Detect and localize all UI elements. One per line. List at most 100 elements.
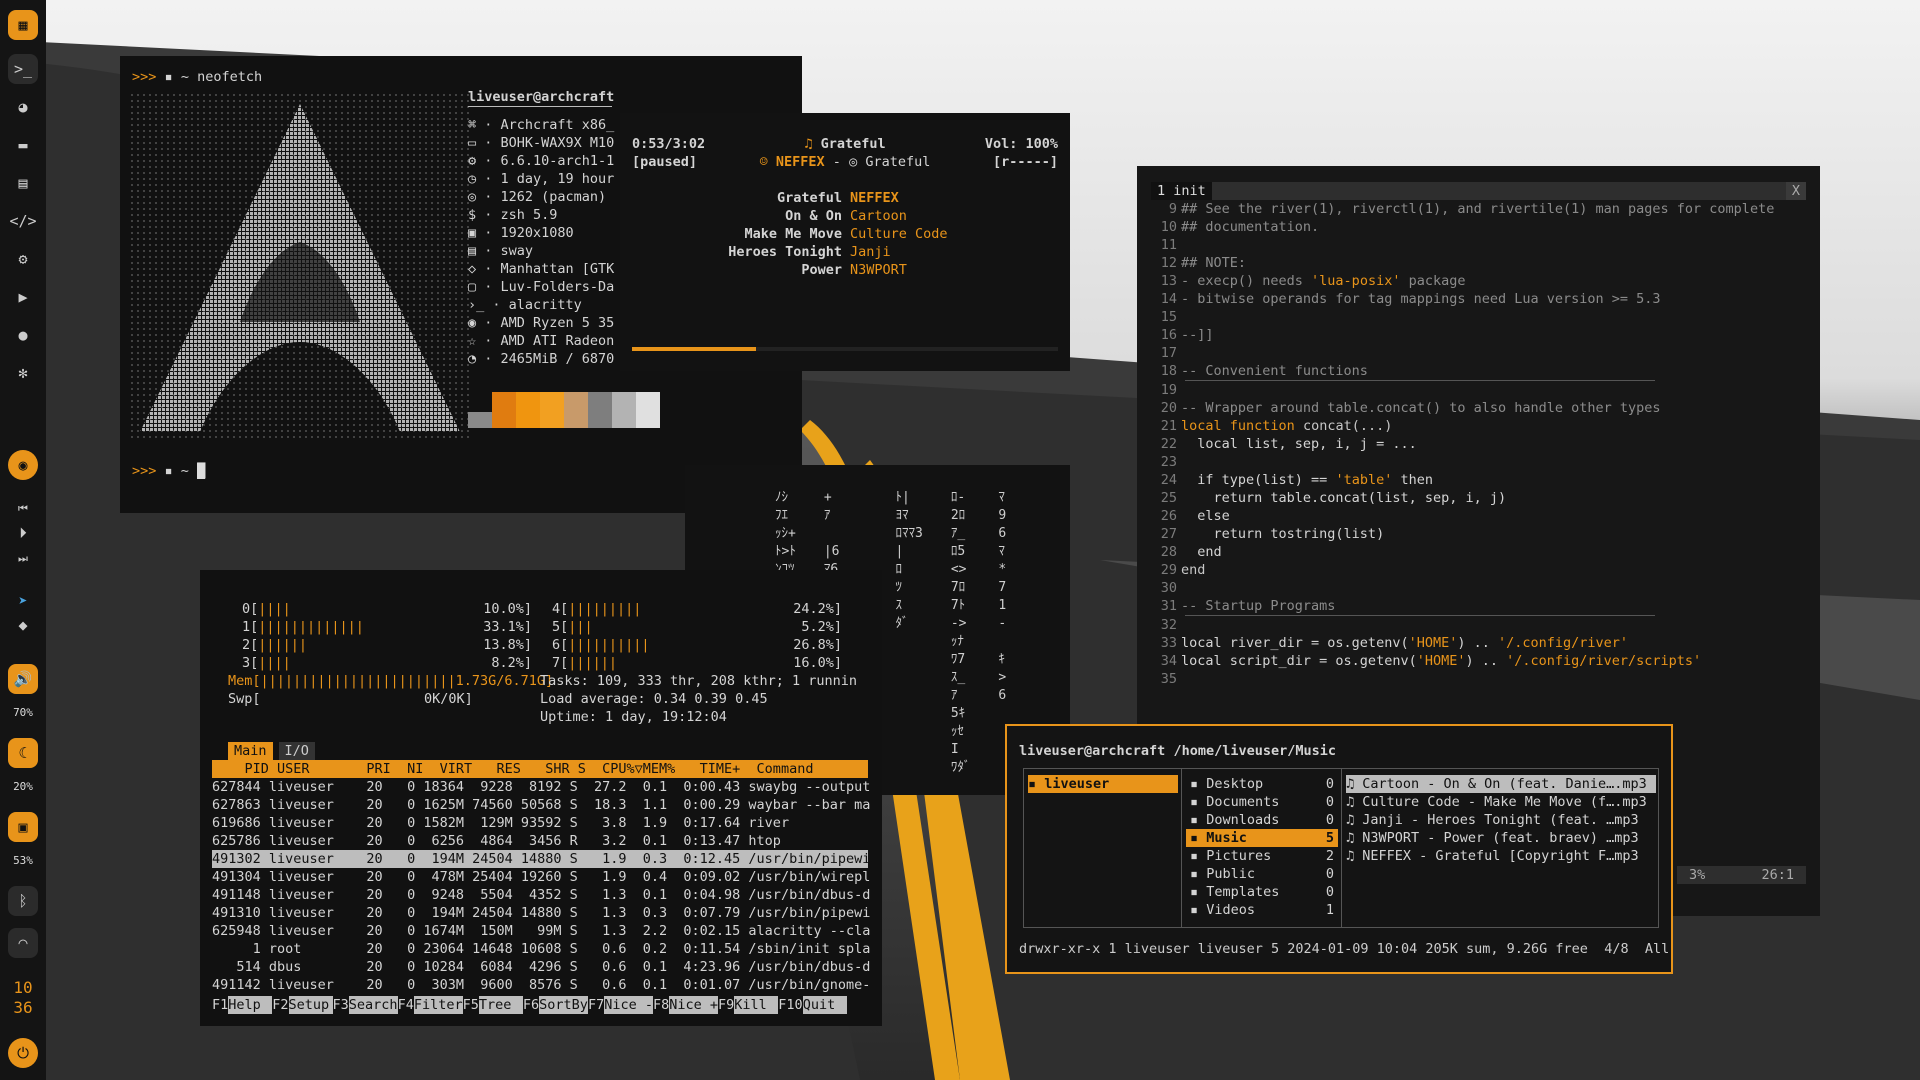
process-row[interactable]: 491310 liveuser 20 0 194M 24504 14880 S …	[212, 904, 870, 922]
code-line: 22 local list, sep, i, j = ...	[1151, 435, 1806, 453]
gear-icon[interactable]: ✻	[8, 358, 38, 388]
code-line: 25 return table.concat(list, sep, i, j)	[1151, 489, 1806, 507]
dir-name: ▪ Music	[1190, 830, 1247, 846]
palette-icon[interactable]: ◉	[8, 450, 38, 480]
fkey-label[interactable]: Nice -	[604, 996, 653, 1014]
diamond-icon[interactable]: ◆	[8, 610, 38, 640]
fkey-label[interactable]: SortBy	[539, 996, 588, 1014]
directory-item[interactable]: ▪ Desktop 0	[1186, 775, 1338, 793]
file-item[interactable]: ♫ NEFFEX - Grateful [Copyright F…mp3	[1346, 847, 1656, 865]
song-title: Grateful	[820, 136, 886, 152]
line-number: 24	[1160, 472, 1177, 488]
tab-close[interactable]: X	[1785, 182, 1806, 200]
settings-icon[interactable]: ⚙	[8, 244, 38, 274]
matrix-column: ﾛ- 2ﾛ ｱ_ ﾛ5 <> 7ﾛ 7ﾄ -> ｯﾅ ﾜ7 ｽ_ ｱ 5ｷ ｯｾ…	[950, 490, 971, 775]
playlist-item[interactable]: Make Me Move Culture Code	[620, 225, 1070, 243]
directory-item[interactable]: ▪ Documents 0	[1186, 793, 1338, 811]
file-item[interactable]: ♫ N3WPORT - Power (feat. braev) …mp3	[1346, 829, 1656, 847]
wifi-icon[interactable]: ◠	[8, 928, 38, 958]
dir-count: 0	[1325, 812, 1334, 828]
brightness-percent: 20%	[13, 780, 33, 793]
progress-track[interactable]	[632, 347, 1058, 351]
directory-item[interactable]: ▪ Templates 0	[1186, 883, 1338, 901]
parent-dir[interactable]: ▪ liveuser	[1028, 775, 1178, 793]
moon-icon[interactable]: ☾	[8, 738, 38, 768]
info-icon: $ ·	[468, 207, 501, 223]
fkey-label[interactable]: Setup	[288, 996, 333, 1014]
process-row[interactable]: 491148 liveuser 20 0 9248 5504 4352 S 1.…	[212, 886, 870, 904]
playlist-item[interactable]: Power N3WPORT	[620, 261, 1070, 279]
tab-main[interactable]: Main	[228, 742, 273, 760]
tab-io[interactable]: I/O	[278, 742, 315, 760]
process-row[interactable]: 627863 liveuser 20 0 1625M 74560 50568 S…	[212, 796, 870, 814]
directory-item[interactable]: ▪ Downloads 0	[1186, 811, 1338, 829]
process-header[interactable]: PID USER PRI NI VIRT RES SHR S CPU%▽MEM%…	[212, 760, 868, 778]
info-icon: ›_ ·	[468, 297, 509, 313]
info-line: ☆ · AMD ATI Radeon	[468, 332, 614, 350]
github-icon[interactable]: ●	[8, 320, 38, 350]
youtube-icon[interactable]: ▶	[8, 282, 38, 312]
music-player-window[interactable]: 0:53/3:02 [paused] ♫ Grateful ☺ NEFFEX - …	[620, 113, 1070, 371]
firefox-icon[interactable]: ◕	[8, 92, 38, 122]
lock-icon[interactable]: ▣	[8, 812, 38, 842]
code-line: 23	[1151, 453, 1806, 471]
directory-item[interactable]: ▪ Pictures 2	[1186, 847, 1338, 865]
fkey-label[interactable]: Tree	[478, 996, 523, 1014]
line-number: 20	[1160, 400, 1177, 416]
album-icon: ◎	[849, 154, 858, 170]
code-icon[interactable]: </>	[8, 206, 38, 236]
line-number: 15	[1160, 309, 1177, 325]
code-line: 33 local river_dir = os.getenv('HOME') ..…	[1151, 634, 1806, 652]
power-icon[interactable]: ⏻	[8, 1038, 38, 1068]
directory-item[interactable]: ▪ Music 5	[1186, 829, 1338, 847]
playlist-item[interactable]: On & On Cartoon	[620, 207, 1070, 225]
file-item[interactable]: ♫ Culture Code - Make Me Move (f….mp3	[1346, 793, 1656, 811]
process-row[interactable]: 627844 liveuser 20 0 18364 9228 8192 S 2…	[212, 778, 870, 796]
cpu-bar: |||	[568, 619, 593, 635]
file-icon[interactable]: ▤	[8, 168, 38, 198]
line-number: 33	[1160, 635, 1177, 651]
bluetooth-icon[interactable]: ᛒ	[8, 886, 38, 916]
directory-list[interactable]: ▪ Desktop 0 ▪ Documents 0 ▪ Downloads 0 ▪ Musi…	[1186, 775, 1338, 919]
fkey-label[interactable]: Kill	[734, 996, 779, 1014]
cpu-meter: 7[|||||| 16.0%]	[552, 654, 842, 672]
color-swatch	[564, 392, 588, 428]
process-row[interactable]: 491302 liveuser 20 0 194M 24504 14880 S …	[212, 850, 870, 868]
directory-item[interactable]: ▪ Videos 1	[1186, 901, 1338, 919]
playlist-item[interactable]: Grateful NEFFEX	[620, 189, 1070, 207]
volume-icon[interactable]: 🔊	[8, 664, 38, 694]
code-view[interactable]: 9 ## See the river(1), riverctl(1), and r…	[1151, 200, 1806, 688]
preview-list[interactable]: ♫ Cartoon - On & On (feat. Danie….mp3 ♫ C…	[1346, 775, 1656, 865]
file-item[interactable]: ♫ Cartoon - On & On (feat. Danie….mp3	[1346, 775, 1656, 793]
fkey-label[interactable]: Filter	[413, 996, 463, 1014]
info-value: 1 day, 19 hour	[500, 171, 615, 187]
fkey-label[interactable]: Nice +	[669, 996, 719, 1014]
file-item[interactable]: ♫ Janji - Heroes Tonight (feat. …mp3	[1346, 811, 1656, 829]
process-row[interactable]: 625786 liveuser 20 0 6256 4864 3456 R 3.…	[212, 832, 868, 850]
directory-item[interactable]: ▪ Public 0	[1186, 865, 1338, 883]
grid-icon[interactable]: ▦	[8, 10, 38, 40]
fkey-label[interactable]: Help	[228, 996, 273, 1014]
dir-name: ▪ Pictures	[1190, 848, 1272, 864]
process-list[interactable]: 627844 liveuser 20 0 18364 9228 8192 S 2…	[212, 778, 871, 994]
process-row[interactable]: 514 dbus 20 0 10284 6084 4296 S 0.6 0.1 …	[212, 958, 870, 976]
htop-window[interactable]: 0[|||| 10.0%] 1[||||||||||||| 33.1%] 2[|||||…	[200, 570, 882, 1026]
terminal-icon[interactable]: >_	[8, 54, 38, 84]
tab-init[interactable]: 1 init	[1151, 182, 1212, 200]
cpu-bar: ||||||	[258, 637, 308, 653]
process-row[interactable]: 619686 liveuser 20 0 1582M 129M 93592 S …	[212, 814, 868, 832]
ranger-window[interactable]: liveuser@archcraft /home/liveuser/Music …	[1005, 724, 1673, 974]
process-row[interactable]: 625948 liveuser 20 0 1674M 150M 99M S 1.…	[212, 922, 870, 940]
cpu-bar: |||||||||||||	[258, 619, 364, 635]
process-row[interactable]: 491304 liveuser 20 0 478M 25404 19260 S …	[212, 868, 870, 886]
fkey-label[interactable]: Quit	[802, 996, 847, 1014]
process-row[interactable]: 1 root 20 0 23064 14648 10608 S 0.6 0.2 …	[212, 940, 871, 958]
fkey-label[interactable]: Search	[348, 996, 398, 1014]
host-underline	[468, 106, 612, 107]
next-icon[interactable]: ⏭	[8, 544, 38, 574]
process-row[interactable]: 491142 liveuser 20 0 303M 9600 8576 S 0.…	[212, 976, 870, 994]
folder-icon[interactable]: ▬	[8, 130, 38, 160]
color-swatch	[468, 412, 492, 428]
playlist-item[interactable]: Heroes Tonight Janji	[620, 243, 1070, 261]
parent-list[interactable]: ▪ liveuser	[1028, 775, 1178, 793]
